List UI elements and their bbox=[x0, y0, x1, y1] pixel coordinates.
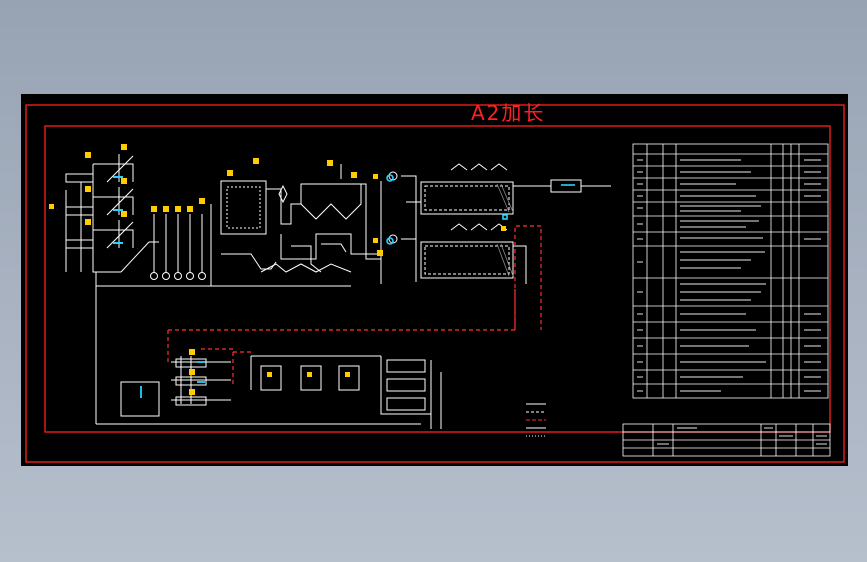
cad-drawing-sheet: A2加长 bbox=[21, 94, 848, 466]
sludge-treatment-group bbox=[95, 286, 442, 429]
table-text-strokes bbox=[637, 159, 821, 392]
title-block bbox=[622, 423, 831, 457]
settling-tags bbox=[373, 174, 506, 243]
reactor-tags bbox=[227, 158, 383, 256]
title-block-text-strokes bbox=[657, 427, 827, 445]
dosing-pump-row bbox=[146, 204, 212, 287]
settling-tank-group bbox=[388, 163, 611, 284]
reactor-vessel-group bbox=[211, 164, 382, 287]
line-legend bbox=[526, 403, 546, 437]
process-flow-drawing bbox=[25, 104, 845, 463]
left-tank-tags bbox=[49, 144, 127, 225]
equipment-table bbox=[632, 143, 829, 399]
sludge-return-line bbox=[167, 225, 542, 384]
dosing-pump-tags bbox=[151, 198, 205, 212]
